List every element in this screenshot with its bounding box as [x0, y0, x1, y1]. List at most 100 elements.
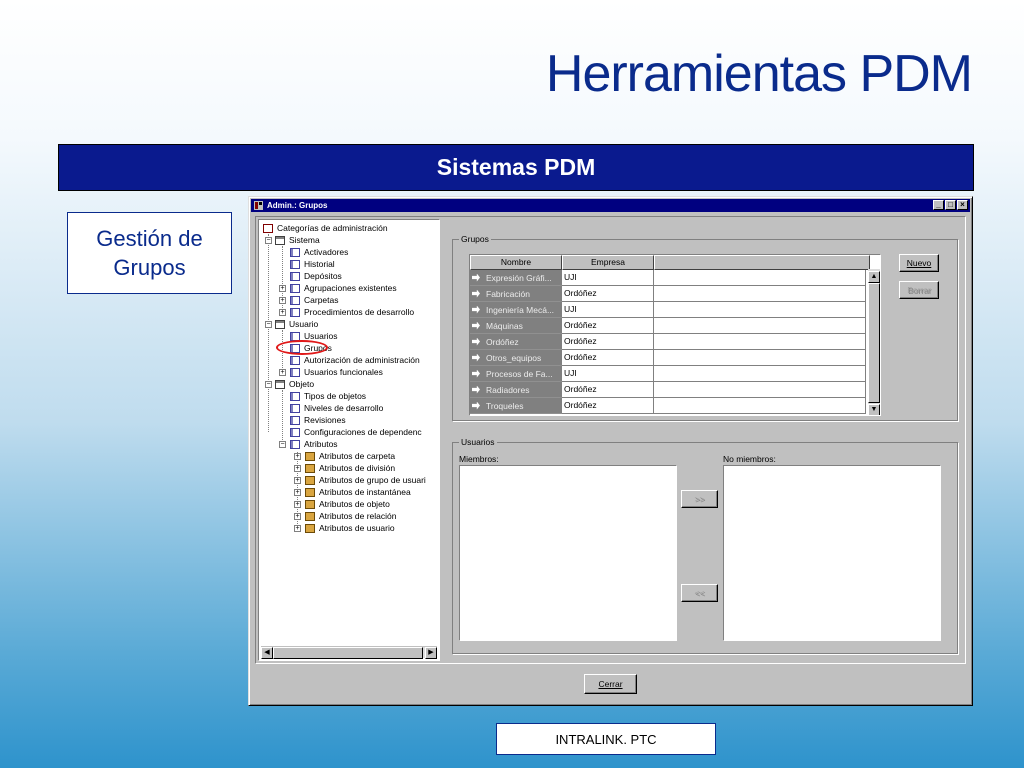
table-row[interactable]: Procesos de Fa... UJI: [470, 366, 866, 382]
scroll-down-arrow-icon[interactable]: ▼: [868, 404, 880, 415]
expand-procedimientos-toggle[interactable]: +: [279, 309, 286, 316]
tree-item-niveles[interactable]: Niveles de desarrollo: [290, 402, 383, 414]
root-icon: [263, 223, 273, 233]
folder-icon: [305, 487, 315, 497]
members-listbox[interactable]: [459, 465, 677, 641]
expand-carpetas-toggle[interactable]: +: [279, 297, 286, 304]
tree-item-atributos-carpeta[interactable]: Atributos de carpeta: [305, 450, 395, 462]
admin-groups-window: Admin.: Grupos _ □ × − + + + − + − − + +…: [248, 196, 973, 706]
scroll-up-arrow-icon[interactable]: ▲: [868, 271, 880, 283]
minimize-button[interactable]: _: [933, 200, 944, 210]
node-icon: [290, 415, 300, 425]
tree-item-agrupaciones[interactable]: Agrupaciones existentes: [290, 282, 397, 294]
group-icon: [472, 289, 480, 298]
maximize-button[interactable]: □: [945, 200, 956, 210]
node-icon: [290, 247, 300, 257]
expand-atributo-toggle[interactable]: +: [294, 477, 301, 484]
expand-usuarios-funcionales-toggle[interactable]: +: [279, 369, 286, 376]
expand-agrupaciones-toggle[interactable]: +: [279, 285, 286, 292]
column-header-blank: [654, 255, 870, 270]
non-members-listbox[interactable]: [723, 465, 941, 641]
tree-item-usuarios-funcionales[interactable]: Usuarios funcionales: [290, 366, 383, 378]
node-icon: [290, 403, 300, 413]
remove-member-button[interactable]: <<: [681, 584, 718, 602]
group-icon: [472, 369, 480, 378]
window-title: Admin.: Grupos: [267, 201, 328, 210]
add-member-button[interactable]: >>: [681, 490, 718, 508]
table-row[interactable]: Ordóñez Ordóñez: [470, 334, 866, 350]
group-icon: [472, 385, 480, 394]
admin-category-tree[interactable]: − + + + − + − − + + + + + + + Categorías…: [258, 219, 440, 661]
tree-item-atributos[interactable]: Atributos: [290, 438, 338, 450]
expand-atributo-toggle[interactable]: +: [294, 525, 301, 532]
collapse-sistema-toggle[interactable]: −: [265, 237, 272, 244]
node-icon: [290, 283, 300, 293]
members-label: Miembros:: [459, 454, 499, 464]
tree-item-atributos-objeto[interactable]: Atributos de objeto: [305, 498, 390, 510]
table-vertical-scrollbar[interactable]: ▲ ▼: [868, 269, 880, 415]
scroll-left-arrow-icon[interactable]: ◀: [261, 647, 273, 659]
table-row[interactable]: Ingeniería Mecá... UJI: [470, 302, 866, 318]
column-header-empresa[interactable]: Empresa: [562, 255, 654, 270]
app-icon: [254, 201, 263, 210]
group-icon: [472, 321, 480, 330]
group-icon: [472, 353, 480, 362]
tree-item-sistema[interactable]: Sistema: [275, 234, 320, 246]
node-icon: [290, 355, 300, 365]
folder-icon: [305, 475, 315, 485]
callout-box: Gestión de Grupos: [67, 212, 232, 294]
open-folder-icon: [275, 379, 285, 389]
close-button[interactable]: Cerrar: [584, 674, 637, 694]
tree-item-autorizacion[interactable]: Autorización de administración: [290, 354, 420, 366]
window-titlebar[interactable]: Admin.: Grupos _ □ ×: [251, 199, 970, 212]
scroll-thumb[interactable]: [868, 283, 880, 403]
tree-item-root[interactable]: Categorías de administración: [263, 222, 388, 234]
tree-item-procedimientos[interactable]: Procedimientos de desarrollo: [290, 306, 414, 318]
tree-item-atributos-division[interactable]: Atributos de división: [305, 462, 395, 474]
node-icon: [290, 307, 300, 317]
scroll-right-arrow-icon[interactable]: ▶: [425, 647, 437, 659]
expand-atributo-toggle[interactable]: +: [294, 513, 301, 520]
column-header-nombre[interactable]: Nombre: [470, 255, 562, 270]
tree-item-carpetas[interactable]: Carpetas: [290, 294, 339, 306]
tree-item-atributos-grupo[interactable]: Atributos de grupo de usuari: [305, 474, 426, 486]
tree-item-revisiones[interactable]: Revisiones: [290, 414, 346, 426]
open-folder-icon: [275, 319, 285, 329]
table-row[interactable]: Troqueles Ordóñez: [470, 398, 866, 414]
groups-table[interactable]: Nombre Empresa Expresión Gráfi... UJI Fab…: [469, 254, 881, 416]
tree-item-configuraciones[interactable]: Configuraciones de dependenc: [290, 426, 422, 438]
tree-item-atributos-instantanea[interactable]: Atributos de instantánea: [305, 486, 411, 498]
collapse-usuario-toggle[interactable]: −: [265, 321, 272, 328]
tree-item-depositos[interactable]: Depósitos: [290, 270, 342, 282]
tree-item-atributos-relacion[interactable]: Atributos de relación: [305, 510, 397, 522]
expand-atributo-toggle[interactable]: +: [294, 501, 301, 508]
tree-item-tipos-objetos[interactable]: Tipos de objetos: [290, 390, 366, 402]
delete-group-button[interactable]: Borrar: [899, 281, 939, 299]
expand-atributo-toggle[interactable]: +: [294, 465, 301, 472]
table-row[interactable]: Máquinas Ordóñez: [470, 318, 866, 334]
table-header: Nombre Empresa: [470, 255, 870, 270]
tree-item-objeto[interactable]: Objeto: [275, 378, 314, 390]
new-group-button[interactable]: Nuevo: [899, 254, 939, 272]
groups-groupbox: Grupos Nombre Empresa Expresión Gráfi...…: [452, 234, 958, 421]
table-row[interactable]: Otros_equipos Ordóñez: [470, 350, 866, 366]
close-window-button[interactable]: ×: [957, 200, 968, 210]
folder-icon: [305, 451, 315, 461]
collapse-objeto-toggle[interactable]: −: [265, 381, 272, 388]
expand-atributo-toggle[interactable]: +: [294, 489, 301, 496]
table-row[interactable]: Fabricación Ordóñez: [470, 286, 866, 302]
tree-item-historial[interactable]: Historial: [290, 258, 335, 270]
table-row[interactable]: Expresión Gráfi... UJI: [470, 270, 866, 286]
scroll-thumb[interactable]: [273, 647, 423, 659]
tree-item-activadores[interactable]: Activadores: [290, 246, 348, 258]
tree-horizontal-scrollbar[interactable]: ◀ ▶: [261, 646, 437, 659]
folder-icon: [305, 463, 315, 473]
open-folder-icon: [275, 235, 285, 245]
tree-item-atributos-usuario[interactable]: Atributos de usuario: [305, 522, 395, 534]
tree-item-usuario[interactable]: Usuario: [275, 318, 318, 330]
expand-atributo-toggle[interactable]: +: [294, 453, 301, 460]
collapse-atributos-toggle[interactable]: −: [279, 441, 286, 448]
users-groupbox: Usuarios Miembros: No miembros: >> <<: [452, 437, 958, 654]
node-icon: [290, 427, 300, 437]
table-row[interactable]: Radiadores Ordóñez: [470, 382, 866, 398]
